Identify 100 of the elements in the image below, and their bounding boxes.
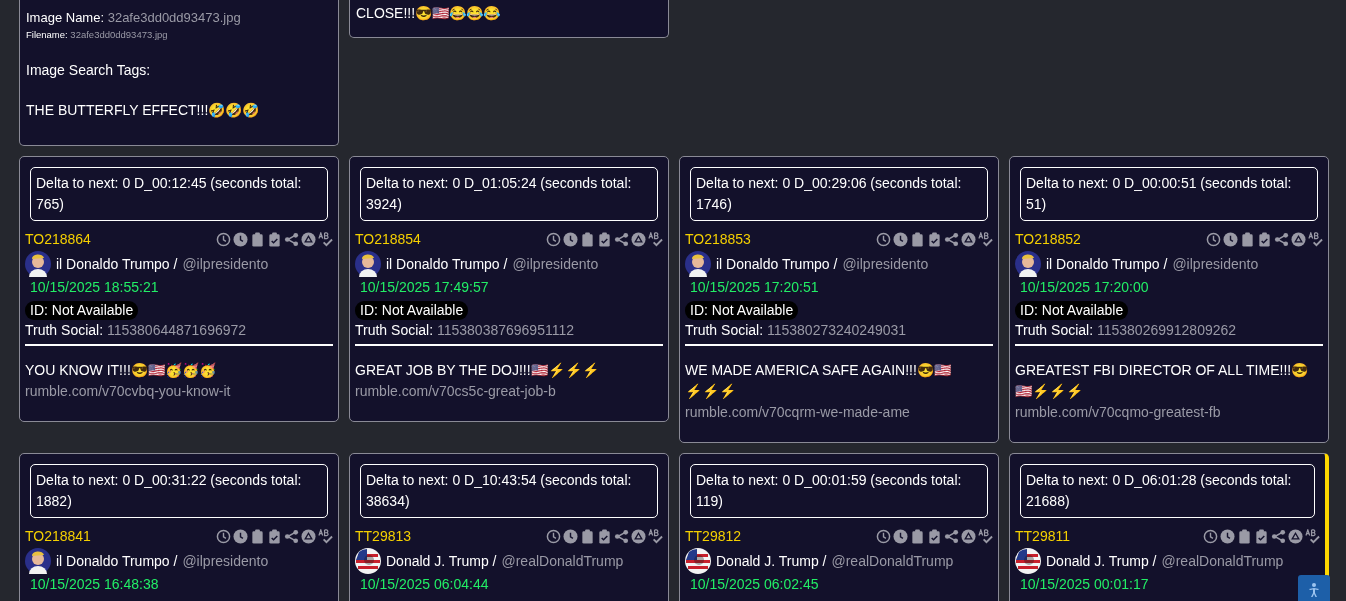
clipboard-check-icon[interactable] bbox=[597, 528, 612, 544]
triangle-circle-icon[interactable] bbox=[961, 231, 976, 247]
avatar bbox=[25, 548, 51, 574]
triangle-circle-icon[interactable] bbox=[1291, 231, 1306, 247]
clipboard-icon[interactable] bbox=[1240, 231, 1255, 247]
clock-icon[interactable] bbox=[546, 528, 561, 544]
triangle-circle-icon[interactable] bbox=[301, 528, 316, 544]
share-icon[interactable] bbox=[1271, 528, 1286, 544]
author-name: il Donaldo Trumpo / bbox=[716, 256, 838, 272]
image-name: 32afe3dd0dd93473.jpg bbox=[107, 10, 241, 25]
clipboard-check-icon[interactable] bbox=[267, 528, 282, 544]
clock-icon[interactable] bbox=[1206, 231, 1221, 247]
clock-icon[interactable] bbox=[893, 528, 908, 544]
clipboard-check-icon[interactable] bbox=[927, 231, 942, 247]
clipboard-check-icon[interactable] bbox=[267, 231, 282, 247]
author-handle[interactable]: @realDonaldTrump bbox=[1161, 553, 1284, 569]
post-id[interactable]: TT29813 bbox=[355, 528, 412, 544]
spellcheck-icon[interactable] bbox=[318, 528, 333, 544]
source-id[interactable]: 115380644871696972 bbox=[106, 322, 247, 338]
clock-icon[interactable] bbox=[876, 528, 891, 544]
clipboard-icon[interactable] bbox=[1237, 528, 1252, 544]
clock-icon[interactable] bbox=[216, 528, 231, 544]
share-icon[interactable] bbox=[1274, 231, 1289, 247]
clock-icon[interactable] bbox=[563, 231, 578, 247]
clipboard-check-icon[interactable] bbox=[927, 528, 942, 544]
accessibility-button[interactable] bbox=[1298, 575, 1330, 601]
post-link[interactable]: rumble.com/v70cvbq-you-know-it bbox=[25, 381, 333, 402]
share-icon[interactable] bbox=[284, 528, 299, 544]
clipboard-icon[interactable] bbox=[250, 528, 265, 544]
clipboard-check-icon[interactable] bbox=[1257, 231, 1272, 247]
avatar bbox=[685, 548, 711, 574]
clipboard-icon[interactable] bbox=[580, 528, 595, 544]
clipboard-icon[interactable] bbox=[250, 231, 265, 247]
clock-icon[interactable] bbox=[1203, 528, 1218, 544]
clock-icon[interactable] bbox=[1223, 231, 1238, 247]
author-handle[interactable]: @ilpresidento bbox=[182, 553, 269, 569]
author-handle[interactable]: @realDonaldTrump bbox=[501, 553, 624, 569]
clipboard-icon[interactable] bbox=[580, 231, 595, 247]
source-id[interactable]: 115380387696951112 bbox=[436, 322, 574, 338]
triangle-circle-icon[interactable] bbox=[631, 528, 646, 544]
author-handle[interactable]: @ilpresidento bbox=[1172, 256, 1259, 272]
clipboard-icon[interactable] bbox=[910, 528, 925, 544]
author-handle[interactable]: @ilpresidento bbox=[842, 256, 929, 272]
post-id[interactable]: TO218841 bbox=[25, 528, 91, 544]
clipboard-icon[interactable] bbox=[910, 231, 925, 247]
clipboard-check-icon[interactable] bbox=[597, 231, 612, 247]
post-link[interactable]: rumble.com/v70cs5c-great-job-b bbox=[355, 381, 663, 402]
triangle-circle-icon[interactable] bbox=[631, 231, 646, 247]
share-icon[interactable] bbox=[614, 528, 629, 544]
post-id[interactable]: TO218853 bbox=[685, 231, 751, 247]
author-handle[interactable]: @realDonaldTrump bbox=[831, 553, 954, 569]
clock-icon[interactable] bbox=[233, 528, 248, 544]
delta-note: Delta to next: 0 D_01:05:24 (seconds total: 3924) bbox=[360, 167, 658, 221]
post-id[interactable]: TO218864 bbox=[25, 231, 91, 247]
post-id[interactable]: TT29812 bbox=[685, 528, 742, 544]
filename-label: Filename: bbox=[26, 29, 68, 40]
avatar bbox=[25, 251, 51, 277]
source-label: Truth Social: bbox=[355, 322, 434, 338]
spellcheck-icon[interactable] bbox=[648, 231, 663, 247]
post-id[interactable]: TO218852 bbox=[1015, 231, 1081, 247]
clock-icon[interactable] bbox=[563, 528, 578, 544]
delta-note: Delta to next: 0 D_10:43:54 (seconds total: 38634) bbox=[360, 464, 658, 518]
source-id[interactable]: 115380269912809262 bbox=[1096, 322, 1237, 338]
share-icon[interactable] bbox=[944, 231, 959, 247]
clock-icon[interactable] bbox=[893, 231, 908, 247]
clipboard-check-icon[interactable] bbox=[1254, 528, 1269, 544]
source-id[interactable]: 115380273240249031 bbox=[766, 322, 907, 338]
image-name-label: Image Name: bbox=[26, 10, 105, 25]
triangle-circle-icon[interactable] bbox=[1288, 528, 1303, 544]
share-icon[interactable] bbox=[284, 231, 299, 247]
post-id[interactable]: TT29811 bbox=[1015, 528, 1070, 544]
spellcheck-icon[interactable] bbox=[978, 231, 993, 247]
share-icon[interactable] bbox=[944, 528, 959, 544]
spellcheck-icon[interactable] bbox=[978, 528, 993, 544]
triangle-circle-icon[interactable] bbox=[961, 528, 976, 544]
post-id[interactable]: TO218854 bbox=[355, 231, 421, 247]
delta-note: Delta to next: 0 D_00:12:45 (seconds total: 765) bbox=[30, 167, 328, 221]
author-handle[interactable]: @ilpresidento bbox=[182, 256, 269, 272]
spellcheck-icon[interactable] bbox=[1305, 528, 1320, 544]
spellcheck-icon[interactable] bbox=[648, 528, 663, 544]
post-date: 10/15/2025 18:55:21 bbox=[30, 278, 159, 297]
author-handle[interactable]: @ilpresidento bbox=[512, 256, 599, 272]
clock-icon[interactable] bbox=[876, 231, 891, 247]
clock-icon[interactable] bbox=[216, 231, 231, 247]
post-text: CLOSE!!!😎🇺🇸😂😂😂 bbox=[356, 4, 502, 23]
filename: 32afe3dd0dd93473.jpg bbox=[70, 29, 168, 40]
id-badge: ID: Not Available bbox=[1015, 301, 1129, 320]
post-date: 10/15/2025 16:48:38 bbox=[30, 575, 159, 594]
author-name: Donald J. Trump / bbox=[386, 553, 497, 569]
clock-icon[interactable] bbox=[233, 231, 248, 247]
post-link[interactable]: rumble.com/v70cqmo-greatest-fb bbox=[1015, 402, 1323, 423]
clock-icon[interactable] bbox=[546, 231, 561, 247]
avatar bbox=[1015, 251, 1041, 277]
post-link[interactable]: rumble.com/v70cqrm-we-made-ame bbox=[685, 402, 993, 423]
triangle-circle-icon[interactable] bbox=[301, 231, 316, 247]
share-icon[interactable] bbox=[614, 231, 629, 247]
id-badge: ID: Not Available bbox=[685, 301, 799, 320]
spellcheck-icon[interactable] bbox=[318, 231, 333, 247]
spellcheck-icon[interactable] bbox=[1308, 231, 1323, 247]
clock-icon[interactable] bbox=[1220, 528, 1235, 544]
